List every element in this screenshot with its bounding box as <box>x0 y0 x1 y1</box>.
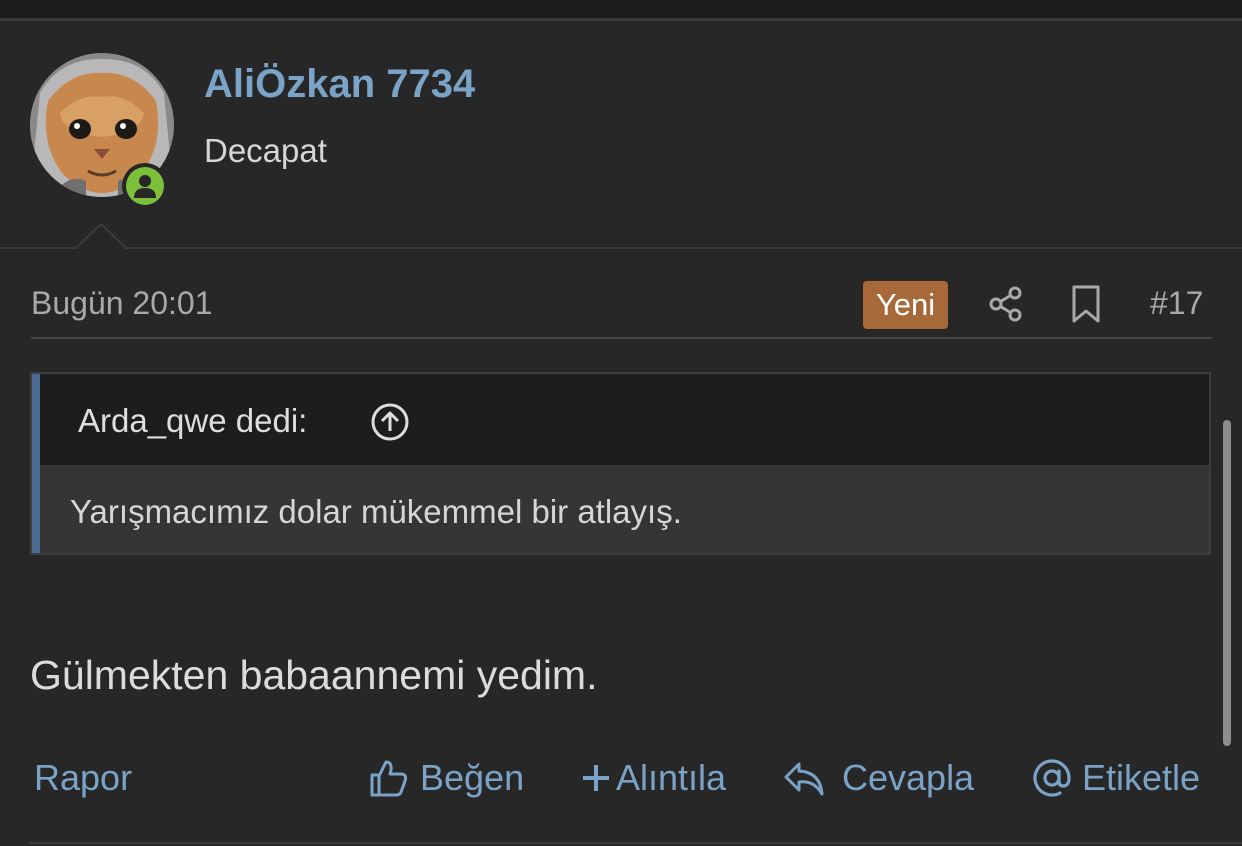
reply-arrow-icon <box>784 762 824 796</box>
reply-button[interactable]: Cevapla <box>782 756 974 800</box>
header-divider <box>0 247 1242 249</box>
bookmark-icon[interactable] <box>1068 284 1104 324</box>
quote-label: Alıntıla <box>616 757 727 798</box>
forum-post: AliÖzkan 7734 Decapat Bugün 20:01 Yeni #… <box>0 0 1242 846</box>
meta-divider <box>31 337 1212 339</box>
like-label: Beğen <box>420 757 525 798</box>
quote-block: Arda_qwe dedi: Yarışmacımız dolar mükemm… <box>30 372 1211 555</box>
new-badge: Yeni <box>863 281 948 329</box>
mention-label: Etiketle <box>1082 757 1201 798</box>
online-status-badge <box>122 163 168 209</box>
pointer-notch <box>76 224 126 250</box>
author-name[interactable]: AliÖzkan 7734 <box>204 62 475 107</box>
share-icon[interactable] <box>986 284 1026 324</box>
user-icon <box>134 175 156 198</box>
plus-icon <box>583 765 609 791</box>
post-date[interactable]: Bugün 20:01 <box>31 285 213 322</box>
scrollbar-thumb[interactable] <box>1223 420 1231 746</box>
reply-label: Cevapla <box>842 757 975 798</box>
post-number[interactable]: #17 <box>1150 285 1203 322</box>
post-body: Gülmekten babaannemi yedim. <box>30 652 598 698</box>
like-button[interactable]: Beğen <box>368 756 524 800</box>
bottom-divider <box>30 842 1242 844</box>
thumbs-up-icon <box>370 760 408 797</box>
report-link[interactable]: Rapor <box>34 756 132 800</box>
quote-text: Yarışmacımız dolar mükemmel bir atlayış. <box>70 493 682 530</box>
quote-accent-bar <box>32 374 40 553</box>
quote-button[interactable]: Alıntıla <box>580 756 726 800</box>
report-label: Rapor <box>34 757 133 798</box>
top-divider <box>0 18 1242 21</box>
quote-header: Arda_qwe dedi: <box>40 374 1209 465</box>
mention-button[interactable]: Etiketle <box>1032 756 1200 800</box>
author-title: Decapat <box>204 132 327 169</box>
at-sign-icon <box>1033 759 1071 797</box>
arrow-up-circle-icon[interactable] <box>370 402 410 442</box>
top-band <box>0 0 1242 18</box>
online-status-dot <box>126 167 164 205</box>
quote-author[interactable]: Arda_qwe dedi: <box>78 402 307 440</box>
